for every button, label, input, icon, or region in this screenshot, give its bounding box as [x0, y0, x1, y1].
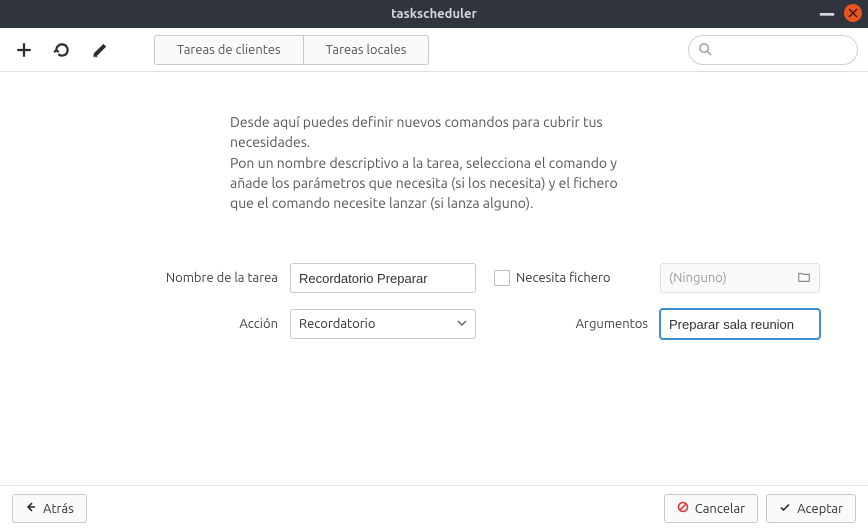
back-button-label: Atrás: [43, 502, 74, 516]
task-scope-tabs: Tareas de clientes Tareas locales: [154, 35, 429, 65]
window-minimize-button[interactable]: [818, 4, 836, 22]
content-area: Desde aquí puedes definir nuevos comando…: [0, 72, 868, 485]
arguments-input[interactable]: [660, 309, 820, 339]
file-picker[interactable]: (Ninguno): [660, 263, 820, 293]
cancel-button-label: Cancelar: [695, 502, 745, 516]
search-input[interactable]: [688, 35, 858, 65]
action-select[interactable]: Recordatorio: [290, 309, 476, 339]
accept-button[interactable]: Aceptar: [766, 494, 856, 523]
open-file-icon: [797, 270, 811, 287]
edit-button[interactable]: [86, 36, 114, 64]
arguments-label: Argumentos: [490, 317, 660, 331]
task-name-label: Nombre de la tarea: [60, 271, 290, 285]
needs-file-checkbox-group: Necesita fichero: [490, 270, 660, 286]
needs-file-checkbox[interactable]: [494, 270, 510, 286]
refresh-button[interactable]: [48, 36, 76, 64]
description-text: Desde aquí puedes definir nuevos comando…: [230, 112, 630, 213]
back-button[interactable]: Atrás: [12, 494, 87, 523]
needs-file-label: Necesita fichero: [516, 271, 610, 285]
chevron-down-icon: [457, 317, 467, 331]
accept-button-label: Aceptar: [797, 502, 843, 516]
task-name-input[interactable]: [290, 263, 476, 293]
check-icon: [779, 501, 791, 516]
tab-local-tasks[interactable]: Tareas locales: [304, 35, 430, 65]
action-selected-value: Recordatorio: [299, 317, 375, 331]
cancel-button[interactable]: Cancelar: [664, 494, 758, 523]
file-placeholder: (Ninguno): [669, 271, 727, 285]
action-label: Acción: [60, 317, 290, 331]
description-paragraph: Pon un nombre descriptivo a la tarea, se…: [230, 153, 630, 214]
tab-client-tasks[interactable]: Tareas de clientes: [154, 35, 304, 65]
toolbar: Tareas de clientes Tareas locales: [0, 28, 868, 72]
task-form: Nombre de la tarea Necesita fichero (Nin…: [60, 263, 808, 339]
arrow-left-icon: [25, 501, 37, 516]
footer: Atrás Cancelar Aceptar: [0, 485, 868, 531]
window-close-button[interactable]: [844, 4, 862, 22]
description-paragraph: Desde aquí puedes definir nuevos comando…: [230, 112, 630, 153]
add-button[interactable]: [10, 36, 38, 64]
window-titlebar: taskscheduler: [0, 0, 868, 28]
window-title: taskscheduler: [391, 7, 477, 21]
prohibit-icon: [677, 501, 689, 516]
